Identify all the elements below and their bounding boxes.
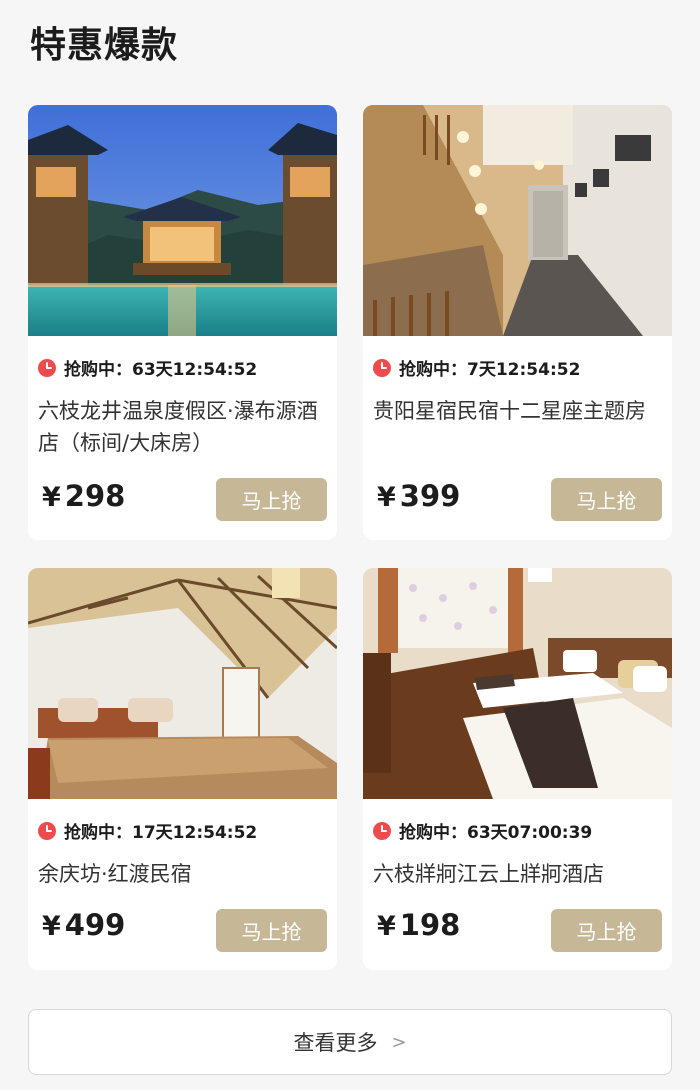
- buy-now-button[interactable]: 马上抢: [551, 909, 662, 952]
- hallway-staircase-photo[interactable]: [363, 105, 672, 336]
- currency-symbol: ¥: [42, 911, 61, 942]
- timer-label: 抢购中：: [399, 360, 467, 380]
- currency-symbol: ¥: [42, 482, 61, 513]
- clock-icon: [373, 821, 391, 840]
- countdown-value: 17天12:54:52: [132, 823, 258, 843]
- product-price: ¥ 198: [377, 908, 460, 942]
- countdown-timer: 抢购中： 7天12:54:52: [373, 355, 580, 380]
- product-grid: 抢购中： 63天12:54:52 六枝龙井温泉度假区·瀑布源酒店（标间/大床房）…: [28, 105, 672, 970]
- product-card[interactable]: 抢购中： 7天12:54:52 贵阳星宿民宿十二星座主题房 ¥ 399 马上抢: [363, 105, 672, 540]
- buy-now-button[interactable]: 马上抢: [216, 478, 327, 521]
- clock-icon: [38, 358, 56, 377]
- view-more-button[interactable]: 查看更多 >: [28, 1009, 672, 1075]
- product-name[interactable]: 贵阳星宿民宿十二星座主题房: [373, 395, 663, 427]
- countdown-timer: 抢购中： 63天07:00:39: [373, 818, 592, 843]
- countdown-timer: 抢购中： 63天12:54:52: [38, 355, 257, 380]
- timer-label: 抢购中：: [64, 823, 132, 843]
- price-value: 499: [64, 908, 126, 942]
- countdown-value: 7天12:54:52: [467, 360, 581, 380]
- buy-now-button[interactable]: 马上抢: [216, 909, 327, 952]
- product-price: ¥ 298: [42, 479, 125, 513]
- product-card[interactable]: 抢购中： 63天07:00:39 六枝牂牁江云上牂牁酒店 ¥ 198 马上抢: [363, 568, 672, 970]
- timer-label: 抢购中：: [64, 360, 132, 380]
- price-value: 399: [399, 479, 461, 513]
- product-price: ¥ 399: [377, 479, 460, 513]
- section-title: 特惠爆款: [30, 25, 179, 66]
- attic-bedroom-photo[interactable]: [28, 568, 337, 799]
- timer-label: 抢购中：: [399, 823, 467, 843]
- countdown-timer: 抢购中： 17天12:54:52: [38, 818, 257, 843]
- countdown-value: 63天07:00:39: [467, 823, 593, 843]
- view-more-label: 查看更多: [293, 1031, 378, 1055]
- currency-symbol: ¥: [377, 482, 396, 513]
- chevron-right-icon: >: [391, 1031, 407, 1053]
- resort-pavilion-pool-photo[interactable]: [28, 105, 337, 336]
- clock-icon: [38, 821, 56, 840]
- product-card[interactable]: 抢购中： 63天12:54:52 六枝龙井温泉度假区·瀑布源酒店（标间/大床房）…: [28, 105, 337, 540]
- product-card[interactable]: 抢购中： 17天12:54:52 余庆坊·红渡民宿 ¥ 499 马上抢: [28, 568, 337, 970]
- twin-bed-room-photo[interactable]: [363, 568, 672, 799]
- product-name[interactable]: 余庆坊·红渡民宿: [38, 858, 328, 890]
- product-name[interactable]: 六枝龙井温泉度假区·瀑布源酒店（标间/大床房）: [38, 395, 328, 459]
- currency-symbol: ¥: [377, 911, 396, 942]
- product-price: ¥ 499: [42, 908, 125, 942]
- price-value: 298: [64, 479, 126, 513]
- clock-icon: [373, 358, 391, 377]
- countdown-value: 63天12:54:52: [132, 360, 258, 380]
- product-name[interactable]: 六枝牂牁江云上牂牁酒店: [373, 858, 663, 890]
- price-value: 198: [399, 908, 461, 942]
- buy-now-button[interactable]: 马上抢: [551, 478, 662, 521]
